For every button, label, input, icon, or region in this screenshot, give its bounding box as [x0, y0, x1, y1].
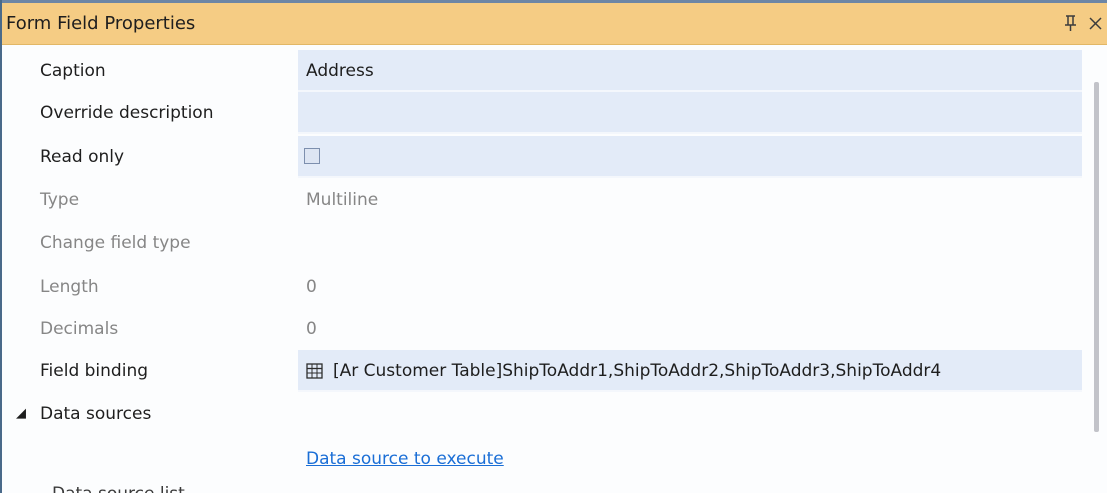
field-binding-value: [Ar Customer Table]ShipToAddr1,ShipToAdd… [333, 361, 942, 381]
property-grid: Caption Address Override description Rea… [12, 50, 1084, 493]
panel-titlebar: Form Field Properties [2, 3, 1107, 45]
length-label: Length [40, 277, 99, 297]
change-field-type-label: Change field type [40, 233, 191, 253]
caption-label: Caption [40, 61, 106, 81]
read-only-label: Read only [40, 147, 125, 167]
pin-icon[interactable] [1062, 12, 1080, 34]
length-value: 0 [306, 277, 317, 297]
vertical-scrollbar[interactable] [1087, 78, 1105, 493]
data-source-list-label: Data source list [52, 482, 185, 493]
form-field-properties-panel: Form Field Properties Caption Address Ov… [0, 0, 1107, 493]
caption-value: Address [306, 61, 374, 81]
decimals-label: Decimals [40, 319, 119, 339]
property-row-field-binding: Field binding [Ar Customer Table]ShipToA… [12, 350, 1084, 392]
property-row-read-only: Read only [12, 136, 1084, 178]
field-binding-field[interactable]: [Ar Customer Table]ShipToAddr1,ShipToAdd… [298, 350, 1082, 392]
decimals-value: 0 [306, 319, 317, 339]
read-only-checkbox[interactable] [304, 148, 320, 164]
override-description-field[interactable] [298, 92, 1082, 134]
property-row-type: Type Multiline [12, 179, 1084, 221]
data-source-to-execute-link[interactable]: Data source to execute [306, 438, 504, 480]
property-row-decimals: Decimals 0 [12, 308, 1084, 350]
data-source-link-row: Data source to execute [12, 438, 1084, 480]
decimals-cell: 0 [298, 308, 1082, 350]
length-cell: 0 [298, 266, 1082, 308]
close-icon[interactable] [1087, 12, 1105, 34]
type-label: Type [40, 190, 80, 210]
type-value: Multiline [306, 190, 379, 210]
data-sources-label: Data sources [40, 404, 152, 424]
property-row-change-field-type: Change field type [12, 222, 1084, 264]
change-field-type-cell [298, 222, 1082, 264]
override-description-label: Override description [40, 103, 214, 123]
data-sources-group-header[interactable]: ◢ Data sources [12, 393, 1084, 435]
read-only-cell [298, 136, 1082, 178]
collapse-triangle-icon[interactable]: ◢ [16, 393, 26, 435]
property-row-caption: Caption Address [12, 50, 1084, 92]
window-left-border [0, 0, 2, 493]
type-cell: Multiline [298, 179, 1082, 221]
scrollbar-thumb[interactable] [1094, 82, 1099, 432]
property-row-override-description: Override description [12, 92, 1084, 134]
caption-field[interactable]: Address [298, 50, 1082, 92]
field-binding-label: Field binding [40, 361, 149, 381]
panel-title: Form Field Properties [6, 13, 196, 34]
property-row-length: Length 0 [12, 266, 1084, 308]
table-icon [306, 363, 323, 379]
